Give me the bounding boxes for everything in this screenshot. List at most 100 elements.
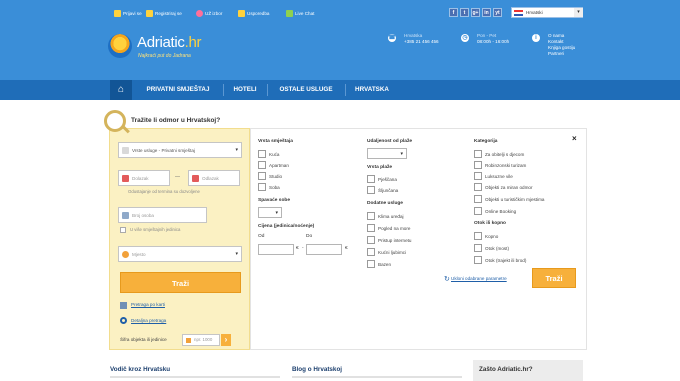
croatia-flag-icon (514, 10, 523, 16)
chevron-down-icon: ▾ (235, 251, 238, 257)
favorites-link[interactable]: UŽ izbor (196, 8, 222, 18)
checkbox-house[interactable]: Kuća (258, 150, 279, 158)
checkbox-island-ferry[interactable]: Otok (trajekt ili brod) (474, 256, 526, 264)
chevron-down-icon: ▾ (275, 210, 278, 216)
hours-info: Pon - Pet 08:00h - 16:00h (477, 33, 509, 45)
bedrooms-select[interactable]: ▾ (258, 207, 282, 218)
price-from-label: Od (258, 234, 265, 239)
brand-main: Adriatic (137, 34, 185, 51)
checkbox-internet[interactable]: Pristup internetu (367, 236, 411, 244)
facebook-icon[interactable]: f (449, 8, 458, 17)
checkbox-room[interactable]: Soba (258, 183, 280, 191)
multiple-units-checkbox[interactable] (120, 227, 126, 233)
guide-title[interactable]: Vodič kroz Hrvatsku (110, 366, 170, 373)
linkedin-icon[interactable]: in (482, 8, 491, 17)
island-location-title: Otok ili kopno (474, 221, 506, 226)
twitter-icon[interactable]: t (460, 8, 469, 17)
why-title[interactable]: Zašto Adriatic.hr? (479, 366, 533, 373)
nav-hotels[interactable]: HOTELI (225, 80, 265, 100)
google-plus-icon[interactable]: g+ (471, 8, 480, 17)
checkbox-studio[interactable]: Studio (258, 172, 282, 180)
partners-link[interactable]: Partneri (548, 51, 575, 57)
checkbox-families[interactable]: Za obitelji s djecom (474, 150, 524, 158)
service-type-value: Vrste usluge - Privatni smještaj (132, 147, 195, 153)
checkbox-apartment[interactable]: Apartman (258, 161, 289, 169)
bedrooms-title: Spavaće sobe (258, 198, 290, 203)
register-link[interactable]: Registriraj se (146, 8, 182, 18)
checkbox-online-booking[interactable]: Online Booking (474, 207, 516, 215)
checkbox-sandy[interactable]: Pješčana (367, 175, 397, 183)
login-link[interactable]: Prijavi se (114, 8, 142, 18)
detailed-search-link[interactable]: Detaljna pretraga (131, 318, 166, 323)
checkbox-tourist-places[interactable]: Objekti u turističkim mjestima (474, 195, 544, 203)
home-icon[interactable]: ⌂ (110, 80, 132, 100)
user-icon (114, 9, 121, 17)
login-label: Prijavi se (123, 10, 142, 16)
price-to-label: Do (306, 234, 313, 239)
checkbox-mainland[interactable]: Kopno (474, 232, 498, 240)
nav-croatia[interactable]: HRVATSKA (347, 80, 397, 100)
extra-services-title: Dodatne usluge (367, 201, 403, 206)
checkbox-air-conditioning[interactable]: Klima uređaj (367, 212, 404, 220)
heart-icon (196, 9, 203, 17)
brand-logo[interactable]: Adriatic.hr (137, 34, 202, 51)
live-chat-link[interactable]: Live Chat (286, 8, 314, 18)
checkbox-pets[interactable]: Kućni ljubimci (367, 248, 406, 256)
reset-filters-link[interactable]: Ukloni odabrane parametre (451, 276, 507, 281)
nav-private-accommodation[interactable]: PRIVATNI SMJEŠTAJ (135, 80, 221, 100)
reset-icon: ↻ (444, 276, 450, 283)
currency-symbol: € (345, 246, 348, 251)
logo-icon[interactable] (108, 34, 132, 58)
checkout-input[interactable]: Odlazak (188, 170, 240, 186)
language-select[interactable]: Hrvatski ▾ (511, 7, 583, 18)
date-separator: — (175, 174, 180, 180)
option-label: Online Booking (485, 208, 517, 214)
search-button[interactable]: Traži (120, 272, 241, 293)
calendar-icon (192, 175, 199, 182)
persons-input[interactable]: Broj osoba (118, 207, 207, 223)
option-label: Objekti u turističkim mjestima (485, 196, 545, 202)
checkbox-pebble[interactable]: Šljunčana (367, 186, 398, 194)
checkbox-luxury-villas[interactable]: Luksuzne vile (474, 172, 513, 180)
checkbox-sea-view[interactable]: Pogled na more (367, 224, 410, 232)
checkbox-robinson[interactable]: Robinzonski turizam (474, 161, 526, 169)
location-select[interactable]: Mjesto ▾ (118, 246, 242, 262)
checkin-input[interactable]: Dolazak (118, 170, 170, 186)
map-search-link[interactable]: Pretraga po karti (131, 302, 165, 307)
price-from-input[interactable] (258, 244, 294, 255)
beach-distance-select[interactable]: ▾ (367, 148, 407, 159)
checkbox-pool[interactable]: Bazen (367, 260, 391, 268)
brand-suffix: .hr (184, 34, 202, 51)
checkbox-island-bridge[interactable]: Otok (most) (474, 244, 509, 252)
map-icon (120, 302, 127, 309)
code-label: Šifra objekta ili jedinice (120, 337, 167, 342)
code-icon (186, 338, 191, 343)
code-go-button[interactable]: › (221, 334, 231, 346)
price-to-input[interactable] (306, 244, 342, 255)
option-label: Luksuzne vile (485, 173, 513, 179)
option-label: Za obitelji s djecom (485, 151, 525, 157)
search-icon (120, 317, 127, 324)
code-input[interactable]: npr. 1000 (182, 334, 220, 346)
favorites-label: UŽ izbor (205, 10, 223, 16)
magnifier-icon (104, 110, 126, 132)
price-dash: - (302, 246, 304, 251)
nav-separator (223, 84, 224, 96)
close-icon[interactable]: × (572, 134, 577, 143)
blog-title[interactable]: Blog o Hrvatskoj (292, 366, 342, 373)
nav-other-services[interactable]: OSTALE USLUGE (269, 80, 343, 100)
code-placeholder: npr. 1000 (194, 337, 213, 342)
service-type-select[interactable]: Vrste usluge - Privatni smještaj ▾ (118, 142, 242, 158)
youtube-icon[interactable]: yt (493, 8, 502, 17)
compare-link[interactable]: Usporedba (238, 8, 269, 18)
checkbox-quiet-holiday[interactable]: Objekti za miran odmor (474, 183, 533, 191)
calendar-icon (122, 175, 129, 182)
option-label: Otok (most) (485, 245, 509, 251)
chevron-down-icon: ▾ (574, 8, 583, 17)
option-label: Bazen (378, 261, 392, 267)
phone-info: Hrvatska +385 21 456 456 (404, 33, 439, 45)
chevron-down-icon: ▾ (400, 151, 403, 157)
filter-search-button[interactable]: Traži (532, 268, 576, 288)
live-chat-label: Live Chat (295, 10, 315, 16)
persons-icon (122, 212, 129, 219)
